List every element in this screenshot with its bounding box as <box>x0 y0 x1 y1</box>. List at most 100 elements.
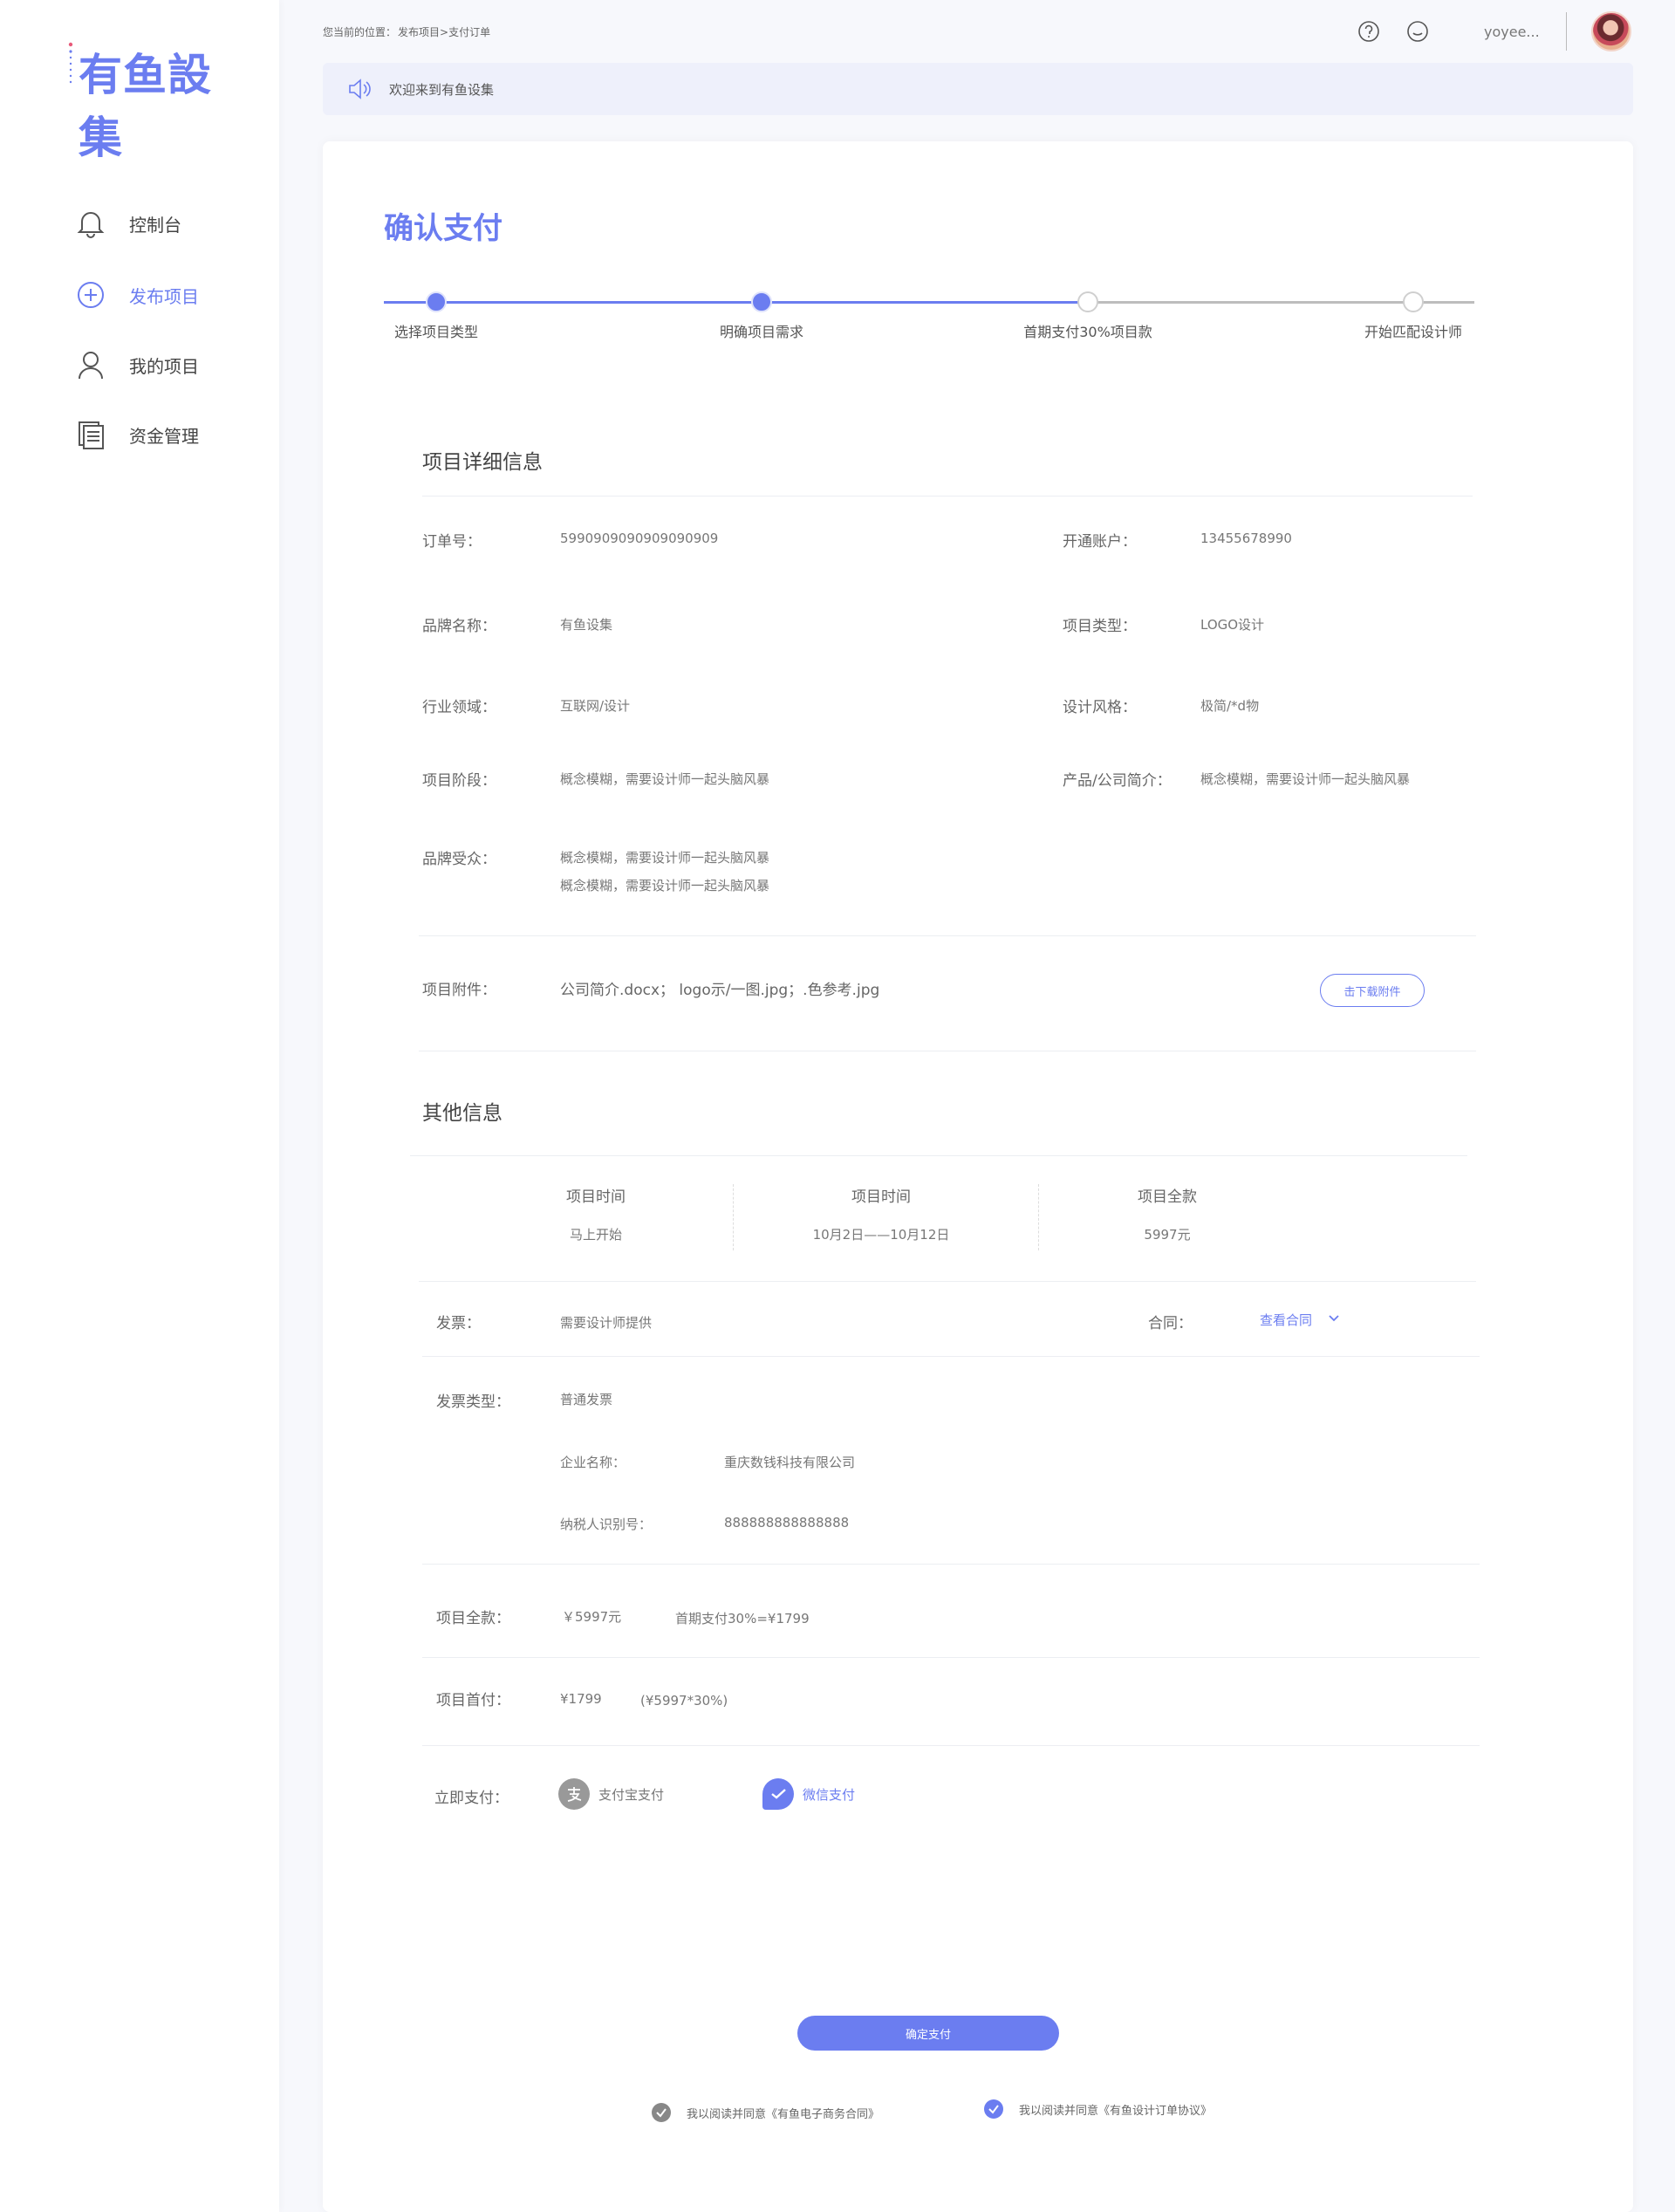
attachment-label: 项目附件： <box>422 982 496 999</box>
main-card: 确认支付 选择项目类型 明确项目需求 首期支付30%项目款 开始匹配设计师 项目… <box>323 141 1633 2212</box>
divider <box>422 1657 1480 1658</box>
stat-value: 马上开始 <box>569 1227 622 1243</box>
company-label: 企业名称： <box>560 1455 626 1470</box>
user-icon <box>75 349 106 380</box>
checkbox-checked-icon[interactable] <box>984 2099 1003 2119</box>
step-dot <box>426 291 447 312</box>
step-progress-line <box>384 301 1090 304</box>
stat-start: 项目时间 马上开始 <box>500 1184 692 1243</box>
stage-value: 概念模糊，需要设计师一起头脑风暴 <box>560 771 770 787</box>
section-title-details: 项目详细信息 <box>422 451 543 474</box>
plus-circle-icon <box>75 279 106 311</box>
sidebar-item-label: 发布项目 <box>129 285 199 307</box>
alipay-option[interactable]: 支付宝支付 <box>558 1777 664 1811</box>
pay-now-label: 立即支付： <box>434 1790 509 1807</box>
divider <box>419 1281 1476 1282</box>
message-icon[interactable] <box>1405 19 1430 44</box>
divider <box>422 1564 1480 1565</box>
stat-head: 项目时间 <box>851 1188 911 1206</box>
account-value: 13455678990 <box>1200 531 1292 546</box>
type-value: LOGO设计 <box>1200 617 1265 633</box>
divider <box>422 1745 1480 1746</box>
agree-commerce-contract[interactable]: 我以阅读并同意《有鱼电子商务合同》 <box>652 2103 879 2122</box>
breadcrumb-path[interactable]: 发布项目>支付订单 <box>398 26 490 38</box>
brand-value: 有鱼设集 <box>560 617 613 633</box>
attachment-files[interactable]: 公司简介.docx； logo示/一图.jpg；.色参考.jpg <box>560 977 879 999</box>
document-stack-icon <box>75 419 106 450</box>
divider <box>1566 12 1567 51</box>
intro-label: 产品/公司简介： <box>1063 772 1172 790</box>
alipay-icon <box>558 1778 590 1810</box>
step-dot <box>1403 291 1424 312</box>
help-icon[interactable] <box>1357 19 1381 44</box>
step-dot <box>751 291 772 312</box>
sidebar-item-dashboard[interactable]: 控制台 <box>75 204 267 243</box>
down-payment-value: ¥1799 <box>560 1691 602 1707</box>
download-attachment-button[interactable]: 击下载附件 <box>1320 974 1425 1007</box>
top-actions: yoyee... <box>1332 9 1631 54</box>
total-label: 项目全款： <box>436 1610 510 1627</box>
order-no-label: 订单号： <box>422 533 482 551</box>
sidebar-item-publish[interactable]: 发布项目 <box>75 276 267 314</box>
stage-label: 项目阶段： <box>422 772 496 790</box>
stat-value: 10月2日——10月12日 <box>812 1227 950 1243</box>
sidebar: 有鱼設集 控制台 发布项目 我的项目 资金管理 <box>0 0 279 2212</box>
brand-label: 品牌名称： <box>422 618 496 635</box>
view-contract-link[interactable]: 查看合同 <box>1260 1311 1312 1329</box>
audience-value-1: 概念模糊，需要设计师一起头脑风暴 <box>560 850 770 866</box>
style-label: 设计风格： <box>1063 699 1137 716</box>
divider <box>422 1356 1480 1357</box>
notice-bar: 欢迎来到有鱼设集 <box>323 63 1633 115</box>
industry-value: 互联网/设计 <box>560 698 631 714</box>
agree-text: 我以阅读并同意《有鱼电子商务合同》 <box>687 2107 880 2121</box>
wechat-pay-label: 微信支付 <box>803 1786 856 1803</box>
wechat-pay-option[interactable]: 微信支付 <box>762 1777 855 1811</box>
step-label: 明确项目需求 <box>719 324 804 340</box>
invoice-type-label: 发票类型： <box>436 1394 510 1411</box>
stat-head: 项目时间 <box>566 1188 626 1206</box>
agree-order-agreement[interactable]: 我以阅读并同意《有鱼设计订单协议》 <box>984 2099 1212 2119</box>
industry-label: 行业领域： <box>422 699 496 716</box>
top-bar: 您当前的位置： 发布项目>支付订单 yoyee... <box>323 0 1631 61</box>
username[interactable]: yoyee... <box>1484 24 1545 40</box>
stat-value: 5997元 <box>1144 1227 1191 1243</box>
contract-label: 合同： <box>1148 1315 1193 1332</box>
divider <box>419 935 1476 936</box>
checkbox-icon[interactable] <box>652 2103 671 2122</box>
stat-separator <box>1038 1184 1039 1250</box>
stat-period: 项目时间 10月2日——10月12日 <box>785 1184 977 1243</box>
notice-text: 欢迎来到有鱼设集 <box>389 81 495 98</box>
step-dot <box>1077 291 1098 312</box>
sidebar-item-funds[interactable]: 资金管理 <box>75 415 267 454</box>
type-label: 项目类型： <box>1063 618 1137 635</box>
sidebar-item-label: 资金管理 <box>129 425 199 447</box>
logo[interactable]: 有鱼設集 <box>68 40 225 163</box>
invoice-value: 需要设计师提供 <box>560 1315 653 1331</box>
breadcrumb-prefix: 您当前的位置： <box>323 26 397 38</box>
down-payment-label: 项目首付： <box>436 1692 510 1709</box>
intro-value: 概念模糊，需要设计师一起头脑风暴 <box>1200 771 1411 787</box>
agree-text: 我以阅读并同意《有鱼设计订单协议》 <box>1019 2104 1213 2118</box>
account-label: 开通账户： <box>1063 533 1137 551</box>
taxid-label: 纳税人识别号： <box>560 1517 653 1532</box>
confirm-payment-button[interactable]: 确定支付 <box>797 2016 1059 2051</box>
avatar[interactable] <box>1591 11 1631 51</box>
invoice-label: 发票： <box>436 1315 481 1332</box>
logo-text: 有鱼設集 <box>79 50 212 163</box>
wechat-pay-icon <box>762 1778 794 1810</box>
stat-separator <box>733 1184 734 1250</box>
alipay-label: 支付宝支付 <box>598 1786 665 1803</box>
step-label: 首期支付30%项目款 <box>1023 324 1152 340</box>
style-value: 极简/*d物 <box>1200 698 1260 714</box>
total-value: ￥5997元 <box>562 1609 622 1625</box>
chevron-down-icon[interactable] <box>1328 1313 1340 1324</box>
audience-value-2: 概念模糊，需要设计师一起头脑风暴 <box>560 878 770 894</box>
sidebar-item-my-projects[interactable]: 我的项目 <box>75 346 267 384</box>
logo-dots-icon <box>68 42 73 84</box>
divider <box>410 1155 1467 1156</box>
order-no-value: 5990909090909090909 <box>560 531 719 546</box>
stat-head: 项目全款 <box>1138 1188 1197 1206</box>
step-label: 开始匹配设计师 <box>1364 324 1463 340</box>
down-payment-formula: (¥5997*30%) <box>640 1693 728 1709</box>
step-label: 选择项目类型 <box>393 324 479 340</box>
